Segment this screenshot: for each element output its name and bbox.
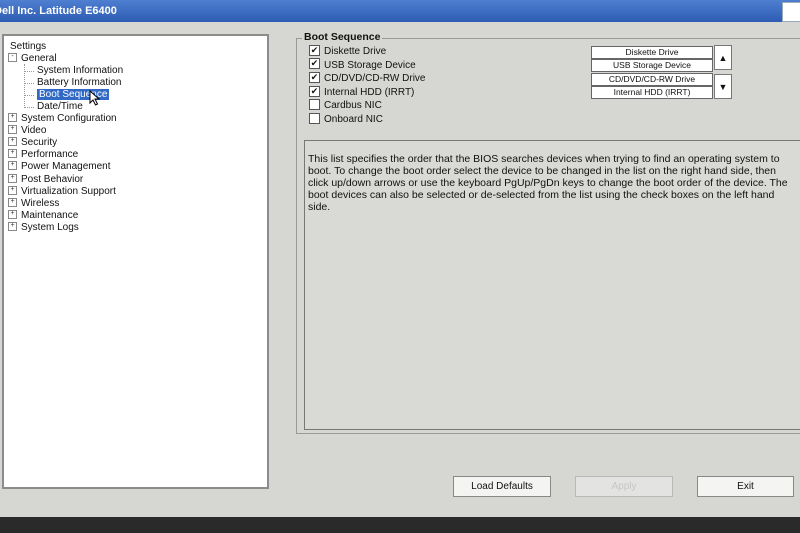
tree-item-label: Maintenance — [21, 210, 79, 221]
tree-item-label: Date/Time — [37, 101, 83, 112]
exit-button[interactable]: Exit — [697, 476, 794, 497]
tree-connector — [24, 107, 34, 108]
tree-item-label: Post Behavior — [21, 174, 84, 185]
expand-icon[interactable]: + — [8, 136, 17, 146]
tree-connector — [24, 71, 34, 72]
tree-item-label: Battery Information — [37, 77, 122, 88]
device-checkbox-row[interactable]: ✔ Diskette Drive — [309, 44, 387, 58]
tree-item-battery-information[interactable]: Battery Information — [37, 77, 121, 89]
tree-item-label: System Logs — [21, 222, 79, 233]
device-label: Internal HDD (IRRT) — [324, 86, 415, 98]
expand-icon[interactable]: + — [8, 112, 17, 122]
tree-item-wireless[interactable]: + Wireless — [8, 197, 60, 210]
description-text: This list specifies the order that the B… — [308, 153, 788, 213]
screen-bezel — [0, 517, 800, 533]
device-label: Diskette Drive — [324, 46, 387, 57]
expand-icon[interactable]: + — [8, 148, 17, 158]
mouse-cursor-icon — [89, 90, 101, 106]
arrow-down-icon: ▼ — [718, 82, 728, 92]
expand-icon[interactable]: + — [8, 185, 17, 195]
tree-item-system-configuration[interactable]: + System Configuration — [8, 112, 117, 125]
tree-item-maintenance[interactable]: + Maintenance — [8, 209, 79, 222]
device-checkbox-row[interactable]: ✔ Internal HDD (IRRT) — [309, 85, 415, 99]
tree-item-video[interactable]: + Video — [8, 124, 47, 137]
tree-connector — [24, 83, 34, 84]
tree-item-system-logs[interactable]: + System Logs — [8, 221, 79, 234]
arrow-up-icon: ▲ — [718, 53, 728, 63]
tree-item-performance[interactable]: + Performance — [8, 148, 79, 161]
expand-icon[interactable]: + — [8, 160, 17, 170]
expand-icon[interactable]: + — [8, 124, 17, 134]
tree-connector — [24, 64, 25, 106]
tree-item-label: Video — [21, 125, 47, 136]
tree-item-general[interactable]: - General — [8, 52, 57, 65]
device-checkbox-row[interactable]: ✔ CD/DVD/CD-RW Drive — [309, 72, 425, 85]
close-icon[interactable] — [782, 2, 800, 22]
device-checkbox[interactable]: ✔ — [309, 72, 320, 84]
tree-item-label: Performance — [21, 149, 79, 160]
tree-item-date-time[interactable]: Date/Time — [37, 101, 83, 113]
device-checkbox[interactable]: ✔ — [309, 85, 320, 97]
device-checkbox[interactable] — [309, 112, 320, 124]
tree-item-label: General — [21, 53, 57, 64]
tree-item-label: Security — [21, 137, 58, 148]
device-checkbox-row[interactable]: Onboard NIC — [309, 112, 383, 126]
boot-sequence-title: Boot Sequence — [302, 31, 383, 43]
device-checkbox[interactable]: ✔ — [309, 44, 320, 56]
tree-connector — [24, 95, 34, 96]
collapse-icon[interactable]: - — [8, 52, 17, 62]
expand-icon[interactable]: + — [8, 221, 17, 231]
boot-order-item[interactable]: CD/DVD/CD-RW Drive — [591, 72, 713, 86]
device-label: Onboard NIC — [324, 114, 383, 125]
tree-item-label: Virtualization Support — [21, 186, 116, 197]
device-checkbox[interactable] — [309, 99, 320, 111]
expand-icon[interactable]: + — [8, 197, 17, 207]
settings-tree[interactable]: Settings - General System Information Batte… — [2, 34, 269, 489]
tree-item-power-management[interactable]: + Power Management — [8, 160, 111, 173]
device-checkbox[interactable]: ✔ — [309, 58, 320, 70]
tree-item-security[interactable]: + Security — [8, 136, 58, 149]
tree-item-virtualization-support[interactable]: + Virtualization Support — [8, 185, 116, 198]
tree-item-post-behavior[interactable]: + Post Behavior — [8, 173, 84, 186]
tree-item-label: Wireless — [21, 198, 60, 209]
window-title: Dell Inc. Latitude E6400 — [0, 5, 117, 17]
apply-button[interactable]: Apply — [575, 476, 673, 497]
boot-order-item[interactable]: Diskette Drive — [591, 46, 713, 59]
load-defaults-button[interactable]: Load Defaults — [453, 476, 551, 497]
device-label: CD/DVD/CD-RW Drive — [324, 73, 426, 85]
tree-root-settings[interactable]: Settings — [10, 41, 46, 53]
boot-order-item[interactable]: USB Storage Device — [591, 59, 713, 73]
tree-item-label: System Information — [37, 65, 124, 76]
move-up-button[interactable]: ▲ — [714, 45, 732, 70]
device-label: USB Storage Device — [324, 59, 416, 71]
tree-item-system-information[interactable]: System Information — [37, 65, 123, 77]
expand-icon[interactable]: + — [8, 209, 17, 219]
tree-item-label: System Configuration — [21, 113, 117, 124]
title-bar: Dell Inc. Latitude E6400 — [0, 0, 800, 22]
tree-item-label: Power Management — [21, 161, 111, 172]
boot-order-item[interactable]: Internal HDD (IRRT) — [591, 85, 713, 99]
move-down-button[interactable]: ▼ — [714, 74, 732, 99]
device-checkbox-row[interactable]: Cardbus NIC — [309, 99, 382, 112]
help-description: This list specifies the order that the B… — [304, 140, 800, 430]
device-label: Cardbus NIC — [324, 100, 382, 112]
expand-icon[interactable]: + — [8, 173, 17, 183]
device-checkbox-row[interactable]: ✔ USB Storage Device — [309, 58, 416, 72]
